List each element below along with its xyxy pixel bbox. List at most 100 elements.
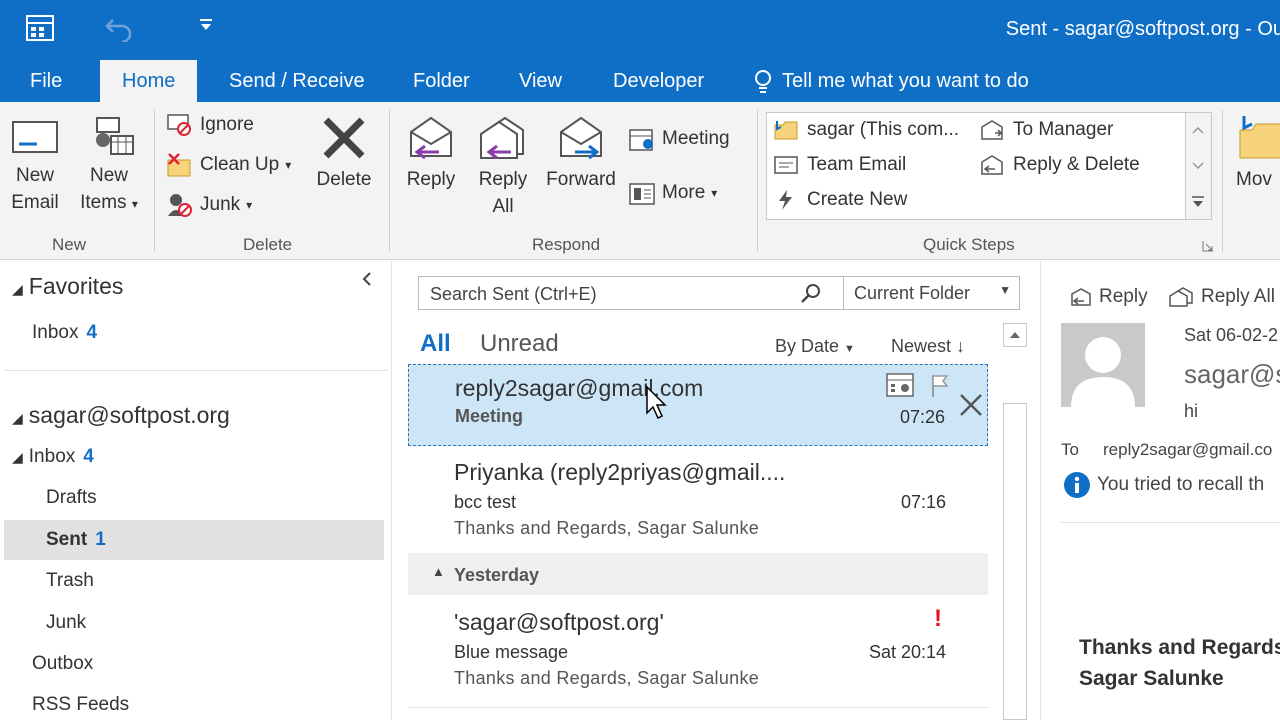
to-recipient: reply2sagar@gmail.co <box>1103 440 1273 459</box>
quick-step-team-email-label: Team Email <box>807 154 907 175</box>
quick-step-sagar[interactable]: sagar (This com... <box>773 119 959 141</box>
group-separator <box>1222 110 1223 252</box>
new-items-icon <box>96 117 134 155</box>
filter-all[interactable]: All <box>420 330 451 358</box>
chevron-up-icon[interactable] <box>1186 115 1210 145</box>
recall-info-text: You tried to recall th <box>1097 474 1265 495</box>
new-items-button[interactable]: New Items ▾ <box>72 116 146 218</box>
reply-label: Reply <box>1099 286 1148 307</box>
scroll-up-button[interactable] <box>1003 323 1027 347</box>
message-subject-heading: hi <box>1184 401 1199 421</box>
message-date: Sat 06-02-2 <box>1184 325 1279 345</box>
search-box[interactable]: Search Sent (Ctrl+E) Current Folder ▼ <box>418 276 1020 310</box>
message-row[interactable]: Priyanka (reply2priyas@gmail.... bcc tes… <box>408 449 988 545</box>
folder-pane: ◢ Favorites Inbox 4 ◢ sagar@softpost.org ◢ I… <box>0 261 392 720</box>
group-label-new: New <box>52 235 87 254</box>
folder-inbox[interactable]: ◢ Inbox 4 <box>12 446 94 468</box>
meeting-request-icon <box>886 373 914 397</box>
tab-folder[interactable]: Folder <box>413 60 470 102</box>
divider <box>4 370 388 371</box>
delete-x-icon <box>323 117 365 159</box>
dialog-launcher-icon[interactable] <box>1202 240 1214 252</box>
high-importance-icon: ! <box>934 605 942 632</box>
meeting-icon <box>629 129 653 151</box>
message-list-pane: Search Sent (Ctrl+E) Current Folder ▼ All… <box>392 261 1032 720</box>
forward-button[interactable]: Forward <box>540 114 622 193</box>
folder-rss-feeds[interactable]: RSS Feeds <box>32 694 129 716</box>
reading-reply-button[interactable]: Reply <box>1069 286 1148 308</box>
search-scope-label: Current Folder <box>854 283 971 303</box>
account-header[interactable]: ◢ sagar@softpost.org <box>12 402 230 429</box>
tab-send-receive[interactable]: Send / Receive <box>229 60 365 102</box>
tell-me-box[interactable]: Tell me what you want to do <box>752 60 1029 102</box>
message-list-scrollbar[interactable] <box>1003 323 1027 720</box>
search-icon[interactable] <box>799 283 823 305</box>
message-row[interactable]: 'sagar@softpost.org' Blue message Thanks… <box>408 599 988 695</box>
lightning-icon <box>779 190 792 210</box>
clean-up-button[interactable]: Clean Up ▾ <box>166 152 291 178</box>
unread-count: 4 <box>86 322 98 343</box>
flag-icon[interactable] <box>929 373 951 399</box>
clean-up-label: Clean Up <box>200 154 280 175</box>
quick-step-team-email[interactable]: Team Email <box>773 154 906 176</box>
quick-step-reply-delete[interactable]: Reply & Delete <box>979 154 1140 176</box>
folder-outbox[interactable]: Outbox <box>32 653 93 675</box>
forward-label: Forward <box>546 169 616 190</box>
message-subject: Blue message <box>454 642 569 662</box>
message-sender: 'sagar@softpost.org' <box>454 609 664 635</box>
group-header-label: Yesterday <box>454 565 540 585</box>
new-email-button[interactable]: New Email <box>4 116 66 216</box>
tab-developer[interactable]: Developer <box>613 60 704 102</box>
move-label: Mov <box>1236 169 1272 190</box>
folder-junk[interactable]: Junk <box>46 612 86 634</box>
delete-message-icon[interactable] <box>957 391 985 419</box>
reply-all-label: Reply All <box>478 169 528 217</box>
junk-button[interactable]: Junk ▾ <box>166 192 252 218</box>
customize-quick-access-icon[interactable] <box>198 18 214 37</box>
tab-view[interactable]: View <box>519 60 562 102</box>
collapse-triangle-icon: ◢ <box>12 410 23 426</box>
folder-trash[interactable]: Trash <box>46 570 94 592</box>
folder-drafts[interactable]: Drafts <box>46 487 97 509</box>
quick-steps-scrollbar[interactable] <box>1186 112 1212 220</box>
filter-unread[interactable]: Unread <box>480 330 559 358</box>
quick-step-to-manager[interactable]: To Manager <box>979 119 1113 141</box>
move-button[interactable]: Mov <box>1236 114 1280 193</box>
sort-order-label: Newest <box>891 336 952 356</box>
gallery-expand-icon[interactable] <box>1186 187 1210 217</box>
reply-all-button[interactable]: Reply All <box>470 114 536 220</box>
scroll-thumb[interactable] <box>1003 403 1027 720</box>
chevron-down-icon[interactable] <box>1186 151 1210 181</box>
search-input[interactable]: Search Sent (Ctrl+E) <box>430 284 597 305</box>
message-preview: Thanks and Regards, Sagar Salunke <box>454 668 760 688</box>
sort-order[interactable]: Newest ↓ <box>891 336 965 357</box>
favorites-label: Favorites <box>28 273 124 299</box>
ignore-button[interactable]: Ignore <box>166 112 254 138</box>
group-separator <box>389 110 390 252</box>
quick-steps-gallery: sagar (This com... Team Email Create New… <box>766 112 1186 220</box>
quick-step-create-new[interactable]: Create New <box>773 189 907 211</box>
reply-button[interactable]: Reply <box>398 114 464 193</box>
undo-icon[interactable] <box>104 14 134 47</box>
reading-reply-all-button[interactable]: Reply All <box>1167 286 1275 308</box>
message-row-selected[interactable]: reply2sagar@gmail.com Meeting 07:26 <box>408 364 988 446</box>
group-header-yesterday[interactable]: ▲ Yesterday <box>408 553 988 595</box>
collapse-triangle-icon: ◢ <box>12 449 23 465</box>
folder-fav-inbox[interactable]: Inbox 4 <box>32 322 97 344</box>
tab-home[interactable]: Home <box>100 60 198 102</box>
reading-pane: Reply Reply All Sat 06-02-2 sagar@s hi T… <box>1040 261 1280 720</box>
reply-all-icon <box>1169 287 1193 307</box>
favorites-header[interactable]: ◢ Favorites <box>12 273 123 300</box>
sort-by-label: By Date <box>775 336 840 356</box>
more-respond-button[interactable]: More ▾ <box>628 180 717 206</box>
more-respond-icon <box>629 183 655 205</box>
sort-by-date[interactable]: By Date ▼ <box>775 336 855 357</box>
search-scope-dropdown[interactable]: Current Folder ▼ <box>843 277 1019 309</box>
folder-sent[interactable]: Sent 1 <box>46 529 106 551</box>
meeting-button[interactable]: Meeting <box>628 126 730 152</box>
outlook-app-icon[interactable] <box>24 12 56 49</box>
tab-file[interactable]: File <box>30 60 62 102</box>
forward-icon <box>560 116 602 160</box>
delete-button[interactable]: Delete <box>308 116 380 193</box>
collapse-pane-icon[interactable] <box>360 271 374 287</box>
